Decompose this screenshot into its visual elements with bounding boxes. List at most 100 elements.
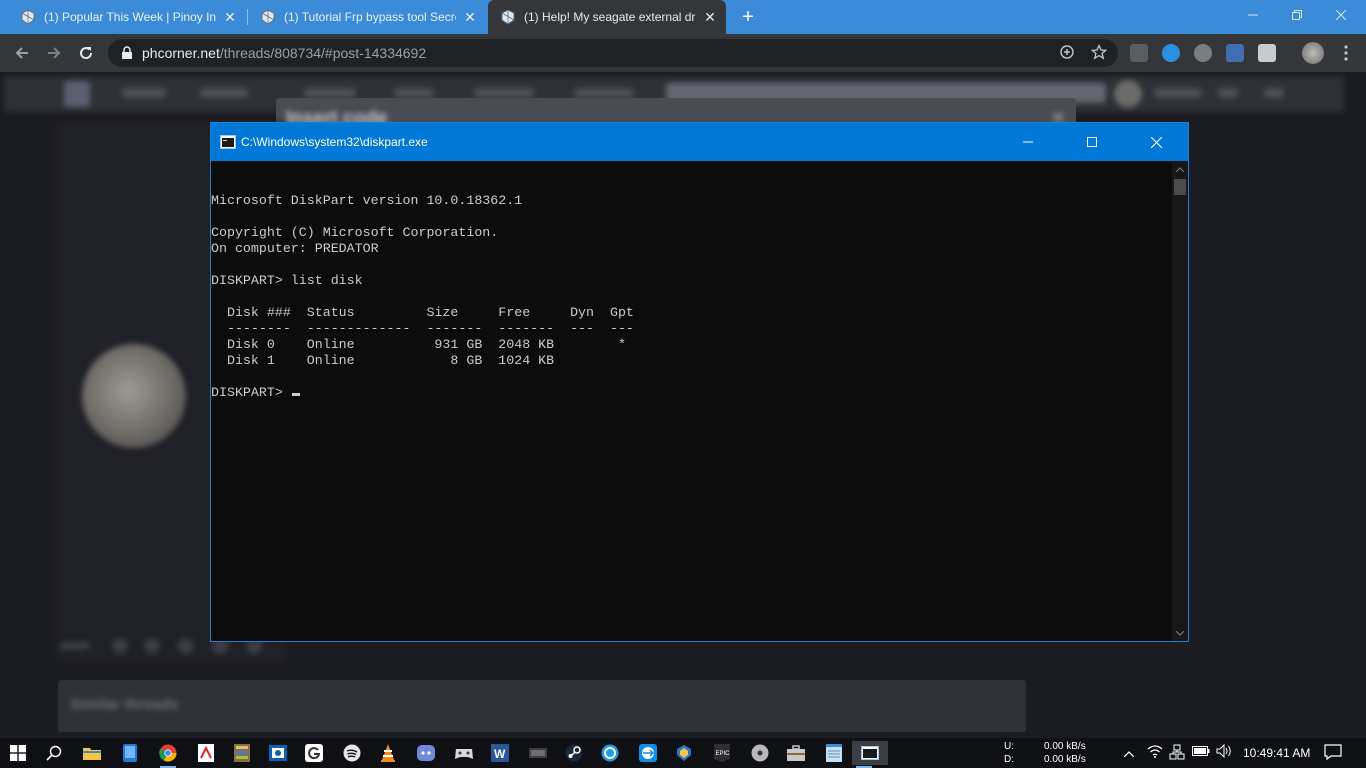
- diskpart-console-window[interactable]: C:\Windows\system32\diskpart.exe Microso…: [210, 122, 1189, 642]
- taskbar-steam[interactable]: [562, 741, 586, 765]
- url-path: /threads/808734/#post-14334692: [219, 45, 427, 61]
- console-title-bar[interactable]: C:\Windows\system32\diskpart.exe: [211, 123, 1188, 161]
- user-avatar-small: [1114, 80, 1142, 108]
- forward-button[interactable]: [42, 41, 66, 65]
- taskbar-shield-app[interactable]: [672, 741, 696, 765]
- browser-tab-2[interactable]: (1) Tutorial Frp bypass tool Secre… ✕: [248, 0, 486, 34]
- tab-title: (1) Tutorial Frp bypass tool Secre…: [284, 10, 456, 24]
- taskbar-acrobat[interactable]: [194, 741, 218, 765]
- taskbar-chrome[interactable]: [156, 741, 180, 768]
- scroll-up-arrow-icon[interactable]: [1172, 161, 1188, 177]
- twitter-share-icon[interactable]: [144, 638, 160, 654]
- taskbar-app-blue[interactable]: [118, 741, 142, 765]
- extension-puzzle-icon[interactable]: [1258, 44, 1276, 62]
- console-maximize-button[interactable]: [1060, 123, 1124, 161]
- network-tray-button[interactable]: [1168, 744, 1186, 762]
- taskbar-diskpart-console[interactable]: [852, 741, 888, 768]
- reload-icon: [80, 47, 93, 60]
- taskbar-teamviewer[interactable]: [636, 741, 660, 765]
- tab-close-icon[interactable]: ✕: [462, 9, 478, 25]
- taskbar-google[interactable]: [302, 741, 326, 765]
- back-arrow-icon: [15, 47, 28, 59]
- browser-tab-3-active[interactable]: (1) Help! My seagate external dri… ✕: [488, 0, 726, 34]
- taskbar-word[interactable]: W: [488, 741, 512, 765]
- tab-close-icon[interactable]: ✕: [222, 9, 238, 25]
- console-scrollbar[interactable]: [1172, 161, 1188, 641]
- phcorner-favicon-icon: [21, 9, 35, 25]
- taskbar-outlook[interactable]: [266, 741, 290, 765]
- system-clock[interactable]: 10:49:41 AM: [1243, 746, 1310, 760]
- extension-wallet-icon[interactable]: [1226, 44, 1244, 62]
- taskbar-game-app[interactable]: [452, 741, 476, 765]
- console-line: On computer: PREDATOR: [211, 241, 379, 256]
- chevron-up-icon: [1123, 751, 1135, 758]
- browser-tab-bar: (1) Popular This Week | Pinoy Int… ✕ (1)…: [0, 0, 1366, 34]
- reddit-share-icon[interactable]: [178, 638, 194, 654]
- extension-adblock-icon[interactable]: [1194, 44, 1212, 62]
- taskbar-disc-app[interactable]: [748, 741, 772, 765]
- show-hidden-icons-button[interactable]: [1120, 744, 1138, 762]
- console-close-button[interactable]: [1124, 123, 1188, 161]
- add-to-page-icon[interactable]: [1058, 44, 1076, 62]
- console-output-area[interactable]: Microsoft DiskPart version 10.0.18362.1 …: [211, 161, 1172, 641]
- start-button[interactable]: [6, 741, 30, 765]
- back-button[interactable]: [10, 41, 34, 65]
- console-line: Disk 0 Online 931 GB 2048 KB *: [211, 337, 626, 352]
- wifi-tray-button[interactable]: [1146, 744, 1164, 762]
- taskbar-spotify[interactable]: [340, 741, 364, 765]
- console-line: Microsoft DiskPart version 10.0.18362.1: [211, 193, 523, 208]
- taskbar-gpu-app[interactable]: [526, 741, 550, 765]
- action-center-button[interactable]: [1324, 744, 1342, 762]
- taskbar-vlc[interactable]: [376, 741, 400, 765]
- facebook-share-icon[interactable]: [112, 638, 128, 654]
- address-bar[interactable]: phcorner.net/threads/808734/#post-143346…: [108, 39, 1118, 67]
- browser-close-button[interactable]: [1318, 0, 1364, 30]
- console-prompt-line[interactable]: DISKPART>: [211, 385, 634, 401]
- shield-icon: [677, 745, 691, 761]
- taskbar-sync-app[interactable]: [598, 741, 622, 765]
- bookmark-star-icon[interactable]: [1090, 43, 1108, 62]
- scrollbar-thumb[interactable]: [1174, 179, 1186, 195]
- volume-tray-button[interactable]: [1216, 743, 1234, 762]
- search-button[interactable]: [42, 741, 66, 765]
- profile-avatar[interactable]: [1302, 42, 1324, 64]
- extension-sync-icon[interactable]: [1162, 44, 1180, 62]
- browser-restore-button[interactable]: [1274, 0, 1320, 30]
- taskbar-archive[interactable]: [230, 741, 254, 765]
- taskbar-discord[interactable]: [414, 741, 438, 765]
- console-app-icon: [861, 746, 879, 760]
- nav-item: [122, 88, 166, 98]
- windows-logo-icon: [10, 745, 26, 761]
- console-text: Microsoft DiskPart version 10.0.18362.1 …: [211, 177, 634, 433]
- reload-button[interactable]: [74, 41, 98, 65]
- phcorner-favicon-icon: [501, 9, 515, 25]
- share-label: [60, 642, 90, 650]
- discord-icon: [417, 745, 435, 761]
- browser-minimize-button[interactable]: [1230, 0, 1276, 30]
- scroll-down-arrow-icon[interactable]: [1172, 625, 1188, 641]
- taskbar-epic-games[interactable]: EPIC: [710, 741, 734, 765]
- net-down-label: D:: [1004, 754, 1014, 765]
- poster-avatar: [82, 344, 186, 448]
- battery-icon: [1192, 746, 1210, 756]
- console-line: Disk 1 Online 8 GB 1024 KB: [211, 353, 555, 368]
- svg-text:W: W: [494, 747, 506, 761]
- tab-title: (1) Popular This Week | Pinoy Int…: [44, 10, 216, 24]
- new-tab-button[interactable]: +: [738, 6, 758, 28]
- teamviewer-icon: [639, 744, 657, 762]
- extension-location-icon[interactable]: [1130, 44, 1148, 62]
- nav-item: [1218, 88, 1238, 98]
- browser-menu-button[interactable]: [1334, 41, 1358, 65]
- taskbar-notepad[interactable]: [822, 741, 846, 765]
- browser-tab-1[interactable]: (1) Popular This Week | Pinoy Int… ✕: [8, 0, 246, 34]
- minimize-icon: [1023, 141, 1033, 143]
- nav-item: [474, 88, 534, 98]
- taskbar-file-explorer[interactable]: [80, 741, 104, 765]
- battery-tray-button[interactable]: [1192, 744, 1210, 762]
- taskbar-briefcase-app[interactable]: [784, 741, 808, 765]
- console-minimize-button[interactable]: [996, 123, 1060, 161]
- archive-icon: [234, 744, 250, 762]
- tab-close-icon[interactable]: ✕: [702, 9, 718, 25]
- tab-title: (1) Help! My seagate external dri…: [524, 10, 696, 24]
- phcorner-favicon-icon: [261, 9, 275, 25]
